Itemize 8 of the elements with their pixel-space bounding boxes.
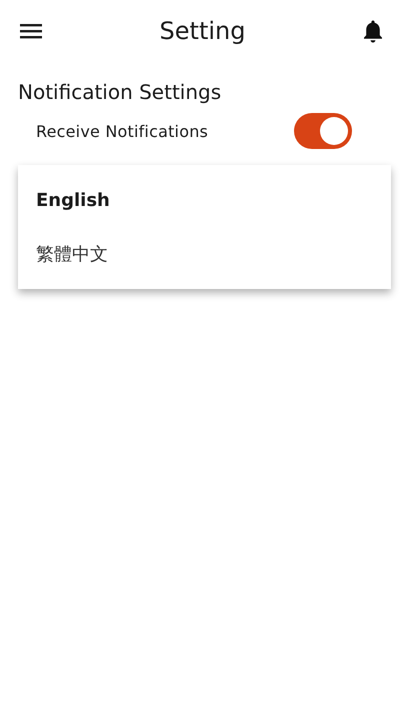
menu-item[interactable]: English: [18, 173, 391, 227]
menu-item[interactable]: 繁體中文: [18, 227, 391, 281]
setting-label: Receive Notifications: [36, 122, 208, 140]
page-title: Setting: [160, 17, 246, 45]
menu-icon[interactable]: [19, 22, 43, 40]
section-heading: Notification Settings: [18, 80, 222, 104]
toggle-switch[interactable]: [294, 113, 352, 149]
bell-icon[interactable]: [362, 19, 384, 43]
